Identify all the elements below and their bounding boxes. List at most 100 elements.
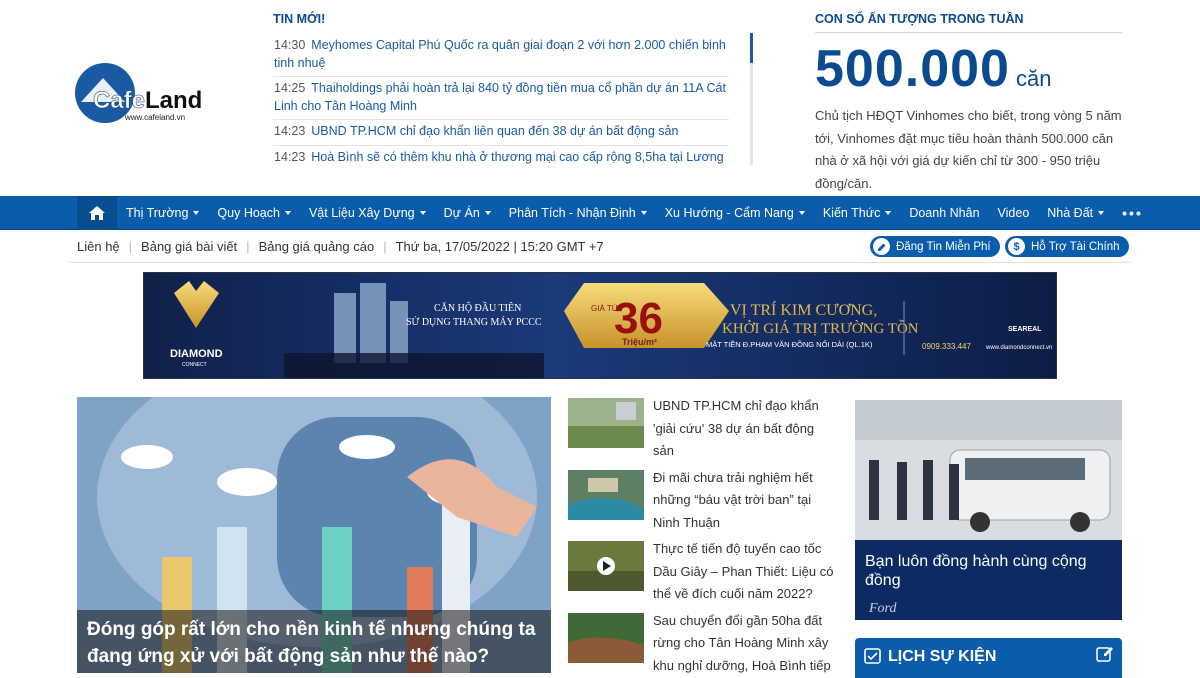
list-item[interactable]: UBND TP.HCM chỉ đạo khẩn 'giải cứu' 38 d…	[568, 395, 838, 467]
utility-bar: Liên hệ | Bảng giá bài viết | Bảng giá quảng…	[68, 231, 1131, 263]
side-news-list: UBND TP.HCM chỉ đạo khẩn 'giải cứu' 38 d…	[568, 395, 838, 675]
nav-item-label: Xu Hướng - Cẩm Nang	[664, 206, 794, 220]
nav-item-label: Quy Hoạch	[217, 206, 280, 220]
news-time: 14:23	[274, 124, 306, 138]
svg-text:SEAREAL: SEAREAL	[1008, 326, 1042, 333]
list-item[interactable]: Thực tế tiến độ tuyến cao tốc Dầu Giây –…	[568, 538, 838, 610]
side-news-title[interactable]: Sau chuyển đổi gần 50ha đất rừng cho Tân…	[653, 610, 838, 676]
svg-text:DIAMOND: DIAMOND	[170, 348, 223, 360]
latest-news-ticker: TIN MỚI! 14:30 Meyhomes Capital Phú Quốc …	[273, 12, 753, 168]
news-headline[interactable]: Meyhomes Capital Phú Quốc ra quân giai đ…	[274, 38, 726, 70]
article-thumbnail[interactable]	[568, 398, 644, 448]
article-thumbnail[interactable]	[568, 469, 644, 520]
nav-item[interactable]: Kiến Thức	[814, 196, 900, 230]
stat-number: 500.000	[815, 40, 1010, 98]
diamond-connect-banner[interactable]: DIAMOND CONNECT CĂN HỘ ĐẦU TIÊN SỬ DỤNG …	[143, 272, 1057, 379]
nav-item[interactable]: Phân Tích - Nhận Định	[500, 196, 656, 230]
stat-unit: căn	[1015, 66, 1052, 91]
nav-item-label: Thị Trường	[126, 206, 189, 220]
caret-down-icon	[484, 211, 491, 215]
post-price-link[interactable]: Bảng giá bài viết	[141, 239, 237, 254]
finance-support-label: Hỗ Trợ Tài Chính	[1031, 240, 1120, 253]
post-free-button[interactable]: Đăng Tin Miễn Phí	[870, 236, 1000, 257]
ticker-news-item[interactable]: 14:30 Meyhomes Capital Phú Quốc ra quân g…	[273, 34, 729, 77]
nav-item-label: Vật Liệu Xây Dựng	[308, 206, 415, 220]
news-headline[interactable]: Hoà Bình sẽ có thêm khu nhà ở thương mại…	[311, 150, 723, 164]
ads-price-link[interactable]: Bảng giá quảng cáo	[259, 239, 375, 254]
nav-item[interactable]: Thị Trường	[117, 196, 208, 230]
main-navigation: Thị Trường Quy Hoạch Vật Liệu Xây Dựng Dự Á…	[0, 196, 1200, 230]
nav-item[interactable]: Doanh Nhân	[900, 196, 988, 230]
nav-item-label: Phân Tích - Nhận Định	[508, 206, 636, 220]
nav-item[interactable]: Nhà Đất	[1038, 196, 1113, 230]
more-menu-button[interactable]: •••	[1113, 196, 1152, 230]
caret-down-icon	[193, 211, 200, 215]
svg-text:CONNECT: CONNECT	[182, 362, 207, 368]
caret-down-icon	[885, 211, 892, 215]
svg-text:www.diamondconnect.vn: www.diamondconnect.vn	[985, 345, 1052, 351]
nav-item[interactable]: Vật Liệu Xây Dựng	[300, 196, 435, 230]
ticker-news-item[interactable]: 14:23 Hoà Bình sẽ có thêm khu nhà ở thươn…	[273, 146, 729, 167]
stat-description[interactable]: Chủ tịch HĐQT Vinhomes cho biết, trong v…	[815, 105, 1123, 195]
event-calendar-header[interactable]: LỊCH SỰ KIỆN	[855, 638, 1122, 678]
nav-item-label: Kiến Thức	[822, 206, 881, 220]
svg-text:0909.333.447: 0909.333.447	[922, 342, 971, 351]
svg-text:Ford: Ford	[868, 601, 897, 616]
contact-link[interactable]: Liên hệ	[77, 239, 120, 254]
nav-item-label: Nhà Đất	[1047, 206, 1094, 220]
nav-item[interactable]: Xu Hướng - Cẩm Nang	[656, 196, 814, 230]
ticker-news-item[interactable]: 14:23 UBND TP.HCM chỉ đạo khẩn liên quan …	[273, 120, 729, 146]
featured-article[interactable]: Đóng góp rất lớn cho nền kinh tế nhưng c…	[77, 397, 551, 673]
calendar-icon	[864, 647, 881, 669]
news-headline[interactable]: UBND TP.HCM chỉ đạo khẩn liên quan đến 3…	[311, 124, 678, 138]
cafeland-logo[interactable]: Cafe Land www.cafeland.vn	[73, 60, 213, 126]
nav-item-label: Dự Án	[443, 206, 480, 220]
side-news-title[interactable]: Đi mãi chưa trải nghiệm hết những “báu v…	[653, 467, 838, 535]
nav-item[interactable]: Video	[989, 196, 1039, 230]
news-headline[interactable]: Thaiholdings phải hoàn trả lại 840 tỷ đồ…	[274, 81, 726, 113]
nav-item-label: Video	[997, 206, 1030, 220]
ticker-news-item[interactable]: 14:25 Thaiholdings phải hoàn trả lại 840 …	[273, 77, 729, 120]
news-time: 14:25	[274, 81, 306, 95]
list-item[interactable]: Đi mãi chưa trải nghiệm hết những “báu v…	[568, 467, 838, 539]
list-item[interactable]: Sau chuyển đổi gần 50ha đất rừng cho Tân…	[568, 610, 838, 676]
article-thumbnail[interactable]	[568, 612, 644, 663]
svg-text:Cafe: Cafe	[93, 87, 145, 114]
current-datetime: Thứ ba, 17/05/2022 | 15:20 GMT +7	[395, 239, 604, 254]
caret-down-icon	[798, 211, 805, 215]
home-icon[interactable]	[77, 196, 117, 230]
featured-article-title[interactable]: Đóng góp rất lớn cho nền kinh tế nhưng c…	[77, 610, 551, 673]
nav-item-label: Doanh Nhân	[909, 206, 980, 220]
event-calendar-title: LỊCH SỰ KIỆN	[888, 648, 997, 665]
dollar-icon: $	[1008, 238, 1025, 255]
svg-text:Land: Land	[145, 87, 202, 114]
impressive-number-box: CON SỐ ẤN TƯỢNG TRONG TUẦN 500.000 căn Ch…	[815, 12, 1123, 195]
caret-down-icon	[284, 211, 291, 215]
news-time: 14:30	[274, 38, 306, 52]
side-news-title[interactable]: UBND TP.HCM chỉ đạo khẩn 'giải cứu' 38 d…	[653, 395, 838, 463]
latest-news-title: TIN MỚI!	[273, 12, 326, 26]
svg-text:KHỞI GIÁ TRỊ TRƯỜNG TỒN: KHỞI GIÁ TRỊ TRƯỜNG TỒN	[722, 319, 919, 337]
svg-text:CĂN HỘ ĐẦU TIÊN: CĂN HỘ ĐẦU TIÊN	[434, 301, 521, 314]
stat-title: CON SỐ ẤN TƯỢNG TRONG TUẦN	[815, 12, 1123, 33]
video-thumbnail[interactable]	[568, 541, 644, 591]
svg-text:SỬ DỤNG THANG MÁY PCCC: SỬ DỤNG THANG MÁY PCCC	[406, 316, 542, 328]
svg-text:Triệu/m²: Triệu/m²	[622, 337, 657, 347]
svg-text:www.cafeland.vn: www.cafeland.vn	[124, 113, 185, 122]
ford-advertisement[interactable]: Ford Bạn luôn đồng hành cùng cộng đồng	[855, 400, 1122, 620]
news-time: 14:23	[274, 149, 306, 164]
caret-down-icon	[419, 211, 426, 215]
svg-text:36: 36	[614, 294, 663, 343]
ticker-scrollbar[interactable]	[750, 33, 753, 165]
nav-item[interactable]: Dự Án	[435, 196, 500, 230]
finance-support-button[interactable]: $ Hỗ Trợ Tài Chính	[1005, 236, 1129, 257]
latest-news-list: 14:30 Meyhomes Capital Phú Quốc ra quân g…	[273, 34, 729, 166]
ford-ad-text: Bạn luôn đồng hành cùng cộng đồng	[865, 553, 1087, 589]
caret-down-icon	[1098, 211, 1105, 215]
caret-down-icon	[640, 211, 647, 215]
nav-item[interactable]: Quy Hoạch	[208, 196, 300, 230]
svg-text:MẶT TIỀN Đ.PHẠM VĂN ĐỒNG NỐI D: MẶT TIỀN Đ.PHẠM VĂN ĐỒNG NỐI DÀI (QL.1K)	[706, 339, 873, 349]
edit-icon[interactable]	[1096, 645, 1114, 668]
post-free-label: Đăng Tin Miễn Phí	[896, 240, 991, 253]
side-news-title[interactable]: Thực tế tiến độ tuyến cao tốc Dầu Giây –…	[653, 538, 838, 606]
